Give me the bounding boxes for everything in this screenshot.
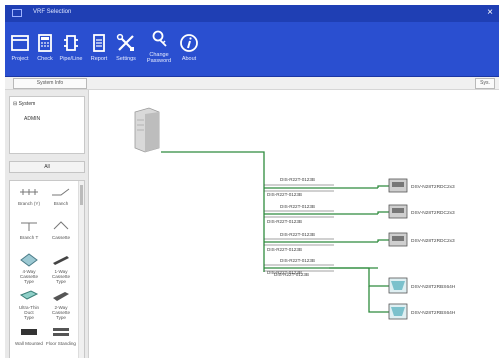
system-info-tab[interactable]: System Info <box>13 78 87 89</box>
window-title: VRF Selection <box>33 9 72 15</box>
indoor-unit-label: DSV-N28T2RBS64H <box>411 284 456 290</box>
wall-icon <box>21 329 37 335</box>
palette-item-4way-cassette[interactable]: 4-Way Cassette Type <box>14 253 44 284</box>
system-tree: ⊟ System ADMIN <box>9 96 85 154</box>
cassette-icon <box>53 221 69 230</box>
report-label: Report <box>90 56 108 62</box>
branch-label: DIS-R22T-0123B <box>267 192 302 197</box>
duct-icon <box>19 290 39 300</box>
palette-item-branch-y[interactable]: Branch (Y) <box>14 185 44 213</box>
indoor-unit[interactable] <box>388 303 408 320</box>
close-icon[interactable]: × <box>487 7 493 19</box>
indoor-unit[interactable] <box>388 277 408 294</box>
change-password-label: Change Password <box>146 52 172 64</box>
cassette-4way-icon <box>20 253 38 267</box>
branch-label: DIS-R22T-0123B <box>267 247 302 252</box>
app-icon <box>12 9 22 17</box>
branch-y-icon <box>20 189 38 195</box>
palette-item-branch[interactable]: Branch <box>46 185 76 213</box>
title-bar: VRF Selection × <box>5 5 499 22</box>
branch-label: DIS-R22T-0123B <box>267 270 302 275</box>
indoor-unit[interactable] <box>388 232 408 247</box>
sys-button[interactable]: Sys. <box>475 78 495 89</box>
indoor-unit[interactable] <box>388 204 408 219</box>
pipe-line-button[interactable]: Pipe/Line <box>57 22 85 76</box>
piping-diagram: DIS-R22T-0123B DIS-R22T-0123B DIS-R22T-0… <box>134 107 456 320</box>
indoor-unit-label: DSV-N28T2RBS64H <box>411 310 456 316</box>
indoor-unit-label: DSV-N28T2RDC2x3 <box>411 184 455 190</box>
branch-label: DIS-R22T-0123B <box>280 204 315 209</box>
floor-icon <box>53 328 69 336</box>
report-icon <box>93 34 105 52</box>
indoor-unit-label: DSV-N28T2RDC2x3 <box>411 238 455 244</box>
about-button[interactable]: About <box>177 22 201 76</box>
pipe-icon <box>64 35 78 51</box>
palette-item-cassette[interactable]: Cassette <box>46 219 76 247</box>
palette-scrollbar[interactable] <box>78 181 84 358</box>
info-icon <box>180 34 198 52</box>
settings-button[interactable]: Settings <box>111 22 141 76</box>
component-palette: Branch (Y) Branch Branch T Cassette 4-Wa… <box>9 180 85 358</box>
cassette-2way-icon <box>53 292 69 301</box>
tools-icon <box>116 33 134 51</box>
filter-all-button[interactable]: All <box>9 161 85 173</box>
palette-item-floor-standing[interactable]: Floor Standing <box>46 325 76 353</box>
palette-item-branch-t[interactable]: Branch T <box>14 219 44 247</box>
scroll-thumb[interactable] <box>80 185 83 205</box>
cassette-1way-icon <box>53 256 69 265</box>
sub-toolbar: System Info Sys. <box>5 77 499 90</box>
palette-item-ultra-thin-duct[interactable]: Ultra-Thin Duct Type <box>14 289 44 320</box>
settings-label: Settings <box>116 56 136 62</box>
palette-item-wall-mounted[interactable]: Wall Mounted <box>14 325 44 353</box>
indoor-unit-label: DSV-N28T2RDC2x3 <box>411 210 455 216</box>
design-canvas[interactable]: DIS-R22T-0123B DIS-R22T-0123B DIS-R22T-0… <box>89 90 499 358</box>
outdoor-unit[interactable] <box>134 107 160 153</box>
ribbon-toolbar: Project Check Pipe/Line Report Settings … <box>5 22 499 78</box>
branch-label: DIS-R22T-0123B <box>267 219 302 224</box>
tree-node-admin[interactable]: ADMIN <box>24 116 40 122</box>
branch-label: DIS-R22T-0123B <box>280 177 315 182</box>
check-label: Check <box>37 56 53 62</box>
key-icon <box>152 30 167 47</box>
check-button[interactable]: Check <box>33 22 57 76</box>
branch-icon <box>52 188 70 196</box>
report-button[interactable]: Report <box>87 22 111 76</box>
project-icon <box>11 35 29 51</box>
left-panel: ⊟ System ADMIN All Branch (Y) Branch Bra… <box>5 90 89 358</box>
palette-item-1way-cassette[interactable]: 1-Way Cassette Type <box>46 253 76 284</box>
pipe-line-label: Pipe/Line <box>59 56 83 62</box>
branch-label: DIS-R22T-0123B <box>280 258 315 263</box>
about-label: About <box>181 56 197 62</box>
pipe-network <box>161 151 389 313</box>
project-label: Project <box>11 56 29 62</box>
branch-t-icon <box>21 222 37 231</box>
branch-label: DIS-R22T-0123B <box>280 232 315 237</box>
calculator-icon <box>38 34 52 52</box>
indoor-unit[interactable] <box>388 178 408 193</box>
app-window: VRF Selection × Project Check Pipe/Line … <box>5 5 499 358</box>
project-button[interactable]: Project <box>7 22 33 76</box>
palette-item-2way-cassette[interactable]: 2-Way Cassette Type <box>46 289 76 320</box>
tree-node-system[interactable]: ⊟ System <box>13 101 35 107</box>
change-password-button[interactable]: Change Password <box>143 22 175 76</box>
